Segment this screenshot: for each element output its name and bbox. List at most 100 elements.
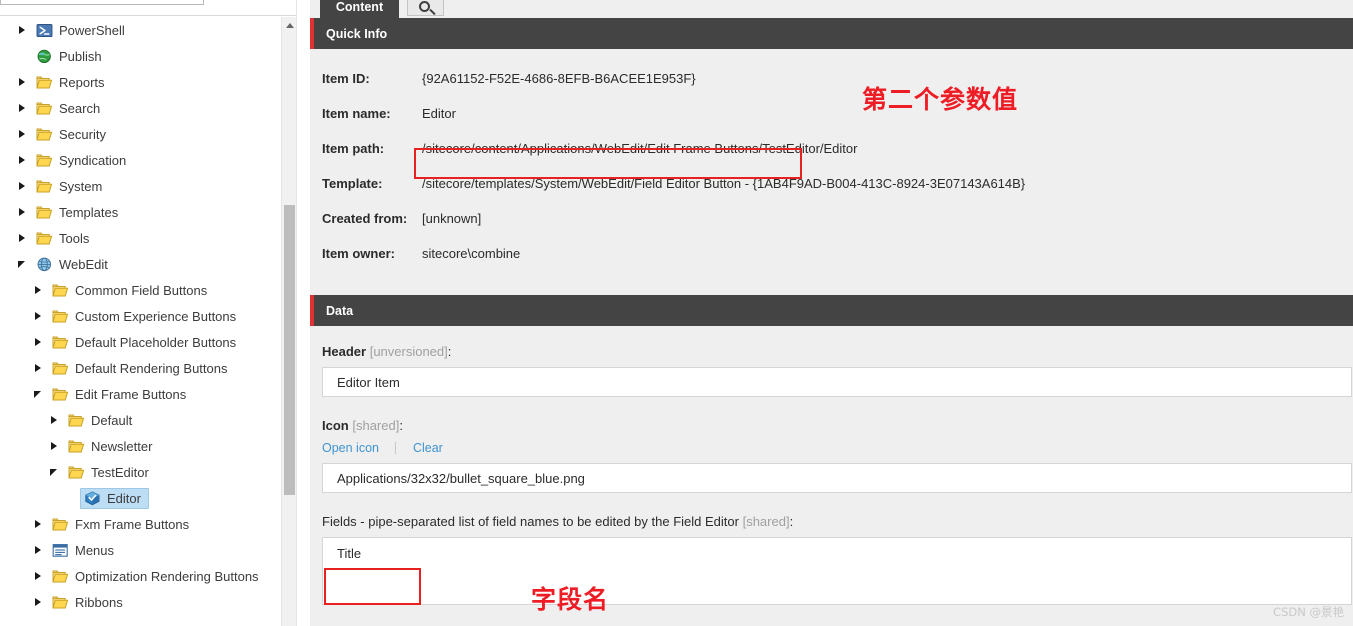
tree-item-content[interactable]: System [32, 176, 110, 197]
tree-item-label: WebEdit [59, 256, 108, 272]
tree-vertical-scrollbar[interactable] [281, 17, 297, 626]
tree-item-content[interactable]: Fxm Frame Buttons [48, 514, 197, 535]
tree-item-content[interactable]: Default Rendering Buttons [48, 358, 235, 379]
expand-arrow-icon[interactable] [18, 25, 27, 35]
tree-search-input[interactable] [0, 0, 204, 5]
tree-item-content[interactable]: Search [32, 98, 108, 119]
tree-item-security[interactable]: Security [0, 121, 310, 147]
tree-item-default-placeholder-buttons[interactable]: Default Placeholder Buttons [0, 329, 310, 355]
tree-item-editor[interactable]: Editor [0, 485, 310, 511]
tree-item-content[interactable]: WebEdit [32, 254, 116, 275]
tree-item-content[interactable]: PowerShell [32, 20, 133, 41]
expand-arrow-icon[interactable] [50, 415, 59, 425]
annotation-text-second-param: 第二个参数值 [862, 85, 1019, 114]
collapse-arrow-icon[interactable] [18, 260, 27, 269]
quick-info-value: [unknown] [422, 211, 482, 226]
folder-icon [52, 595, 69, 610]
expand-arrow-icon[interactable] [34, 337, 43, 347]
tree-item-content[interactable]: Default Placeholder Buttons [48, 332, 244, 353]
tree-item-label: Newsletter [91, 438, 153, 454]
header-input[interactable] [322, 367, 1352, 397]
tree-item-content[interactable]: Syndication [32, 150, 134, 171]
folder-icon [36, 127, 53, 142]
expand-arrow-icon[interactable] [34, 285, 43, 295]
expand-arrow-icon[interactable] [34, 519, 43, 529]
tree-item-reports[interactable]: Reports [0, 69, 310, 95]
tree-item-webedit[interactable]: WebEdit [0, 251, 310, 277]
tree-item-templates[interactable]: Templates [0, 199, 310, 225]
expand-arrow-icon[interactable] [34, 597, 43, 607]
tree-item-edit-frame-buttons[interactable]: Edit Frame Buttons [0, 381, 310, 407]
tree-item-content[interactable]: Custom Experience Buttons [48, 306, 244, 327]
expand-arrow-icon[interactable] [50, 441, 59, 451]
tree-item-menus[interactable]: Menus [0, 537, 310, 563]
tree-item-ribbons[interactable]: Ribbons [0, 589, 310, 615]
tree-item-content[interactable]: Default [64, 410, 140, 431]
tree-item-content[interactable]: Newsletter [64, 436, 160, 457]
tree-item-content[interactable]: Ribbons [48, 592, 131, 613]
tree-item-publish[interactable]: Publish [0, 43, 310, 69]
tree-item-tools[interactable]: Tools [0, 225, 310, 251]
expand-arrow-icon[interactable] [34, 363, 43, 373]
open-icon-link[interactable]: Open icon [322, 441, 379, 455]
tree-item-newsletter[interactable]: Newsletter [0, 433, 310, 459]
expand-arrow-icon[interactable] [34, 311, 43, 321]
tree-item-content[interactable]: TestEditor [64, 462, 157, 483]
tree-item-common-field-buttons[interactable]: Common Field Buttons [0, 277, 310, 303]
tree-item-label: TestEditor [91, 464, 149, 480]
scroll-up-arrow-icon[interactable] [282, 17, 297, 33]
folder-icon [52, 517, 69, 532]
search-button[interactable] [407, 0, 444, 16]
quick-info-title: Quick Info [326, 26, 388, 41]
tree-item-default-rendering-buttons[interactable]: Default Rendering Buttons [0, 355, 310, 381]
tree-item-optimization-rendering-buttons[interactable]: Optimization Rendering Buttons [0, 563, 310, 589]
quick-info-label: Created from: [322, 211, 408, 226]
icon-path-input[interactable] [322, 463, 1352, 493]
tree-item-content[interactable]: Common Field Buttons [48, 280, 215, 301]
tree-item-syndication[interactable]: Syndication [0, 147, 310, 173]
expand-arrow-icon[interactable] [18, 181, 27, 191]
tree-item-content[interactable]: Optimization Rendering Buttons [48, 566, 267, 587]
fields-textarea[interactable] [322, 537, 1352, 605]
tab-content[interactable]: Content [320, 0, 399, 18]
tree-item-content[interactable]: Templates [32, 202, 126, 223]
app-root: PowerShell Publish Reports Search Security Sy… [0, 0, 1353, 626]
tree-item-powershell[interactable]: PowerShell [0, 17, 310, 43]
data-title: Data [326, 303, 354, 318]
expand-arrow-icon[interactable] [18, 155, 27, 165]
quick-info-value: {92A61152-F52E-4686-8EFB-B6ACEE1E953F} [422, 71, 696, 86]
tree-item-content[interactable]: Tools [32, 228, 97, 249]
collapse-arrow-icon[interactable] [34, 390, 43, 399]
tree-item-content[interactable]: Menus [48, 540, 122, 561]
tree-item-custom-experience-buttons[interactable]: Custom Experience Buttons [0, 303, 310, 329]
scrollbar-thumb[interactable] [284, 205, 295, 495]
tree-item-content[interactable]: Edit Frame Buttons [48, 384, 194, 405]
expand-arrow-icon[interactable] [18, 103, 27, 113]
tree-item-default[interactable]: Default [0, 407, 310, 433]
clear-icon-link[interactable]: Clear [413, 441, 443, 455]
expand-arrow-icon[interactable] [18, 129, 27, 139]
expand-arrow-icon[interactable] [18, 233, 27, 243]
tree-item-label: Templates [59, 204, 119, 220]
tree-item-search[interactable]: Search [0, 95, 310, 121]
folder-icon [36, 205, 53, 220]
expand-arrow-icon[interactable] [34, 545, 43, 555]
tree-item-content[interactable]: Publish [32, 46, 110, 67]
expand-arrow-icon[interactable] [18, 207, 27, 217]
tree-item-system[interactable]: System [0, 173, 310, 199]
field-block-fields: Fields - pipe-separated list of field na… [310, 514, 1353, 610]
tree-item-label: Custom Experience Buttons [75, 308, 237, 324]
header-label-qualifier: [unversioned] [369, 344, 448, 359]
tree-item-content[interactable]: Security [32, 124, 114, 145]
tree-item-content[interactable]: Editor [80, 487, 149, 509]
icon-label-qualifier: [shared] [352, 418, 400, 433]
expand-arrow-icon[interactable] [34, 571, 43, 581]
collapse-arrow-icon[interactable] [50, 468, 59, 477]
link-divider [395, 442, 397, 454]
tree-item-fxm-frame-buttons[interactable]: Fxm Frame Buttons [0, 511, 310, 537]
tree-item-testeditor[interactable]: TestEditor [0, 459, 310, 485]
folder-icon [68, 413, 85, 428]
tree-item-content[interactable]: Reports [32, 72, 113, 93]
powershell-icon [36, 23, 53, 38]
expand-arrow-icon[interactable] [18, 77, 27, 87]
